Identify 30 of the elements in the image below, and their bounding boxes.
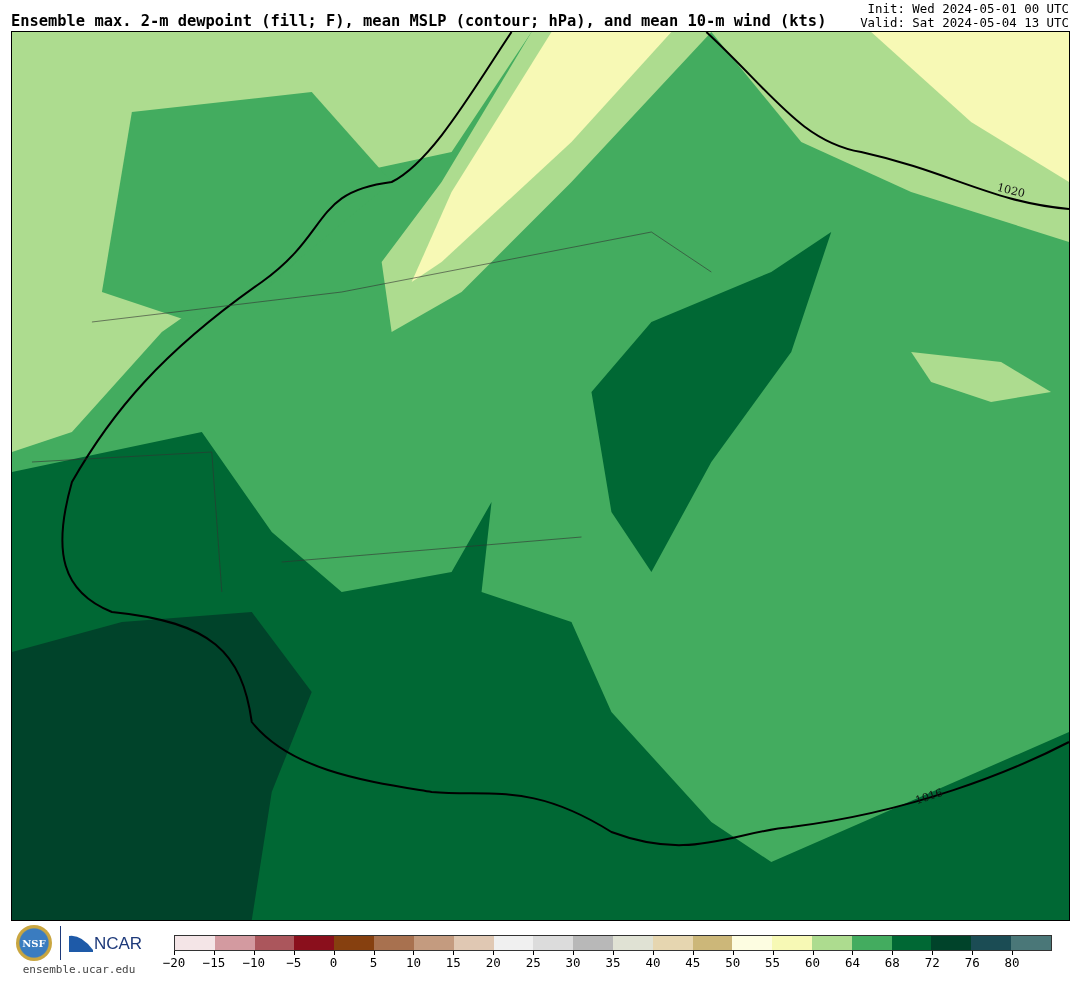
tick-label: −5	[286, 955, 302, 970]
nsf-logo: NSF	[15, 925, 52, 961]
tick-label: −20	[162, 955, 186, 970]
tick-label: 0	[329, 955, 338, 970]
tick-label: 5	[369, 955, 378, 970]
tick-label: 30	[565, 955, 581, 970]
tick-label: 15	[445, 955, 461, 970]
tick-label: 76	[964, 955, 980, 970]
tick-label: 45	[685, 955, 701, 970]
tick-label: 50	[725, 955, 741, 970]
tick-label: 25	[525, 955, 541, 970]
init-time: Init: Wed 2024-05-01 00 UTC	[867, 2, 1069, 16]
tick-label: 80	[1004, 955, 1020, 970]
valid-time: Valid: Sat 2024-05-04 13 UTC	[860, 16, 1069, 30]
tick-label: −15	[202, 955, 226, 970]
contour-label: 1016	[913, 786, 945, 807]
tick-label: 10	[405, 955, 421, 970]
tick-label: 55	[765, 955, 781, 970]
contour-label: 1020	[995, 180, 1027, 201]
tick-label: 20	[485, 955, 501, 970]
ncar-logo: NCAR	[68, 934, 143, 952]
tick-label: 68	[884, 955, 900, 970]
tick-label: 64	[844, 955, 860, 970]
tick-label: 35	[605, 955, 621, 970]
tick-label: 40	[645, 955, 661, 970]
tick-label: 72	[924, 955, 940, 970]
tick-label: −10	[242, 955, 266, 970]
tick-label: 60	[805, 955, 821, 970]
chart-title: Ensemble max. 2-m dewpoint (fill; F), mean MSLP (contour; hPa), and mean 10-m wind (kts)	[11, 12, 827, 30]
site-url: ensemble.ucar.edu	[22, 963, 136, 976]
